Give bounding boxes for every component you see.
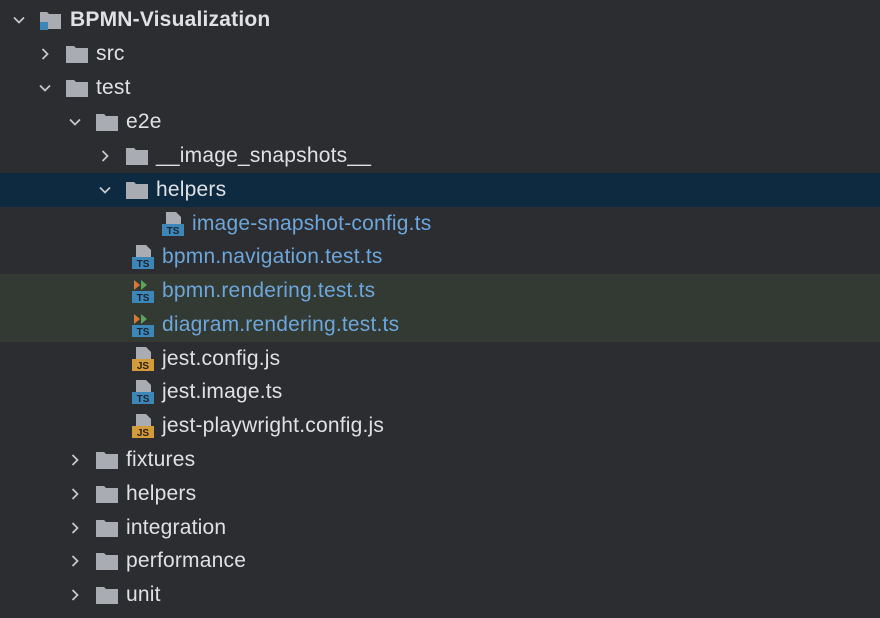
chevron-right-icon[interactable]: [34, 37, 56, 71]
tree-item-label: unit: [126, 583, 161, 606]
tree-root-row[interactable]: BPMN-Visualization: [0, 3, 880, 37]
svg-text:JS: JS: [137, 428, 150, 439]
tree-item-label: src: [96, 42, 125, 65]
folder-icon: [94, 515, 120, 541]
tree-item-bpmn-rendering-test[interactable]: TS bpmn.rendering.test.ts: [0, 274, 880, 308]
chevron-down-icon[interactable]: [64, 105, 86, 139]
tree-item-label: jest-playwright.config.js: [162, 414, 385, 437]
tree-item-integration[interactable]: integration: [0, 511, 880, 545]
tree-item-e2e[interactable]: e2e: [0, 105, 880, 139]
tree-item-label: performance: [126, 549, 247, 572]
tree-item-test[interactable]: test: [0, 71, 880, 105]
folder-icon: [94, 582, 120, 608]
folder-icon: [94, 481, 120, 507]
tree-item-label: __image_snapshots__: [156, 144, 372, 167]
tree-item-src[interactable]: src: [0, 37, 880, 71]
tree-item-label: bpmn.navigation.test.ts: [162, 245, 383, 268]
folder-icon: [94, 447, 120, 473]
javascript-file-icon: JS: [130, 413, 156, 439]
chevron-down-icon[interactable]: [8, 3, 30, 37]
tree-item-label: jest.image.ts: [162, 380, 283, 403]
chevron-down-icon[interactable]: [34, 71, 56, 105]
folder-icon: [64, 75, 90, 101]
module-folder-icon: [38, 7, 64, 33]
tree-item-label: jest.config.js: [162, 347, 281, 370]
folder-icon: [64, 41, 90, 67]
tree-item-image-snapshots[interactable]: __image_snapshots__: [0, 139, 880, 173]
svg-text:JS: JS: [137, 361, 150, 372]
tree-item-image-snapshot-config[interactable]: TS image-snapshot-config.ts: [0, 207, 880, 241]
tree-item-jest-config[interactable]: JS jest.config.js: [0, 342, 880, 376]
tree-item-label: image-snapshot-config.ts: [192, 212, 432, 235]
svg-text:TS: TS: [137, 259, 150, 270]
chevron-down-icon[interactable]: [94, 173, 116, 207]
typescript-file-icon: TS: [130, 244, 156, 270]
tree-item-label: test: [96, 76, 131, 99]
tree-item-helpers-selected[interactable]: helpers: [0, 173, 880, 207]
tree-item-helpers[interactable]: helpers: [0, 477, 880, 511]
tree-item-diagram-rendering-test[interactable]: TS diagram.rendering.test.ts: [0, 308, 880, 342]
ts-badge-text: TS: [167, 226, 180, 237]
chevron-right-icon[interactable]: [64, 578, 86, 612]
tree-item-label: fixtures: [126, 448, 196, 471]
folder-icon: [124, 177, 150, 203]
tree-item-unit[interactable]: unit: [0, 578, 880, 612]
tree-item-performance[interactable]: performance: [0, 544, 880, 578]
tree-item-label: helpers: [126, 482, 197, 505]
tree-item-label: integration: [126, 516, 227, 539]
chevron-right-icon[interactable]: [64, 544, 86, 578]
tree-item-fixtures[interactable]: fixtures: [0, 443, 880, 477]
tree-item-jest-image[interactable]: TS jest.image.ts: [0, 375, 880, 409]
chevron-right-icon[interactable]: [64, 511, 86, 545]
tree-item-label: diagram.rendering.test.ts: [162, 313, 400, 336]
folder-icon: [94, 548, 120, 574]
typescript-file-icon: TS: [130, 379, 156, 405]
tree-item-bpmn-navigation-test[interactable]: TS bpmn.navigation.test.ts: [0, 240, 880, 274]
svg-text:TS: TS: [137, 327, 150, 338]
tree-root-label: BPMN-Visualization: [70, 8, 271, 31]
tree-item-label: helpers: [156, 178, 227, 201]
javascript-file-icon: JS: [130, 346, 156, 372]
typescript-file-icon: TS: [160, 211, 186, 237]
tree-item-label: bpmn.rendering.test.ts: [162, 279, 376, 302]
chevron-right-icon[interactable]: [64, 443, 86, 477]
chevron-right-icon[interactable]: [64, 477, 86, 511]
svg-text:TS: TS: [137, 394, 150, 405]
typescript-test-file-icon: TS: [130, 278, 156, 304]
folder-icon: [124, 143, 150, 169]
chevron-right-icon[interactable]: [94, 139, 116, 173]
svg-text:TS: TS: [137, 293, 150, 304]
folder-icon: [94, 109, 120, 135]
project-tree: BPMN-Visualization src test e2e __image_…: [0, 0, 880, 618]
typescript-test-file-icon: TS: [130, 312, 156, 338]
tree-item-label: e2e: [126, 110, 162, 133]
tree-item-jest-playwright-config[interactable]: JS jest-playwright.config.js: [0, 409, 880, 443]
